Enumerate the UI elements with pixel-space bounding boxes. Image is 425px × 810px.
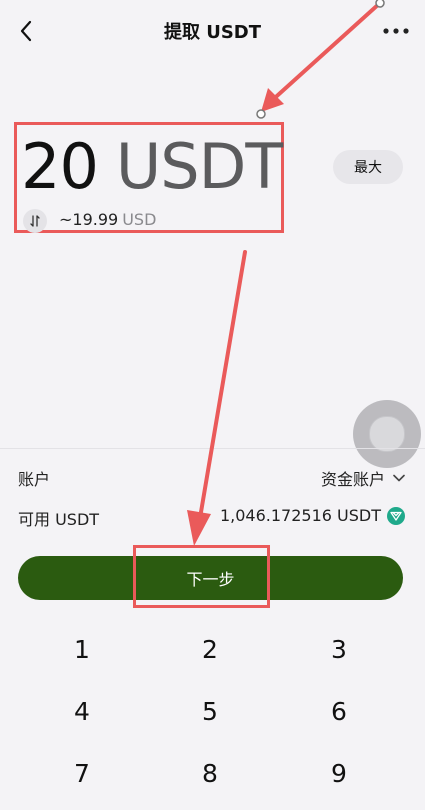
more-dots-icon — [383, 28, 409, 34]
amount-value: 20 — [21, 130, 99, 203]
account-label: 账户 — [18, 470, 51, 489]
available-balance: 1,046.172516 USDT — [220, 506, 405, 525]
account-value: 资金账户 — [320, 470, 385, 489]
tron-icon — [387, 506, 405, 525]
divider — [0, 448, 425, 449]
key-8[interactable]: 8 — [146, 744, 274, 802]
floating-button-inner — [369, 416, 405, 452]
key-2[interactable]: 2 — [146, 620, 274, 678]
amount-row: 20 USDT — [21, 130, 283, 203]
available-value: 1,046.172516 USDT — [219, 506, 381, 525]
annotation-handle-bottom — [256, 109, 266, 119]
annotation-arrow-bottom — [198, 250, 247, 520]
usd-value: ~19.99 — [59, 210, 119, 229]
annotation-arrowhead-bottom — [187, 510, 211, 546]
header: 提取 USDT — [0, 0, 425, 62]
key-4[interactable]: 4 — [18, 682, 146, 740]
key-3[interactable]: 3 — [275, 620, 403, 678]
usd-equivalent: ~19.99 USD — [59, 210, 156, 229]
amount-display: 20 USDT ~19.99 USD — [14, 122, 284, 233]
available-label: 可用 USDT — [18, 510, 100, 529]
amount-unit: USDT — [115, 130, 283, 203]
currency-swap-button[interactable] — [23, 209, 47, 233]
key-9[interactable]: 9 — [275, 744, 403, 802]
key-5[interactable]: 5 — [146, 682, 274, 740]
floating-assistive-button[interactable] — [353, 400, 421, 468]
key-1[interactable]: 1 — [18, 620, 146, 678]
key-6[interactable]: 6 — [275, 682, 403, 740]
next-step-button[interactable]: 下一步 — [18, 556, 403, 600]
usd-unit: USD — [122, 210, 157, 229]
key-7[interactable]: 7 — [18, 744, 146, 802]
swap-arrows-icon — [30, 215, 40, 227]
account-selector[interactable]: 资金账户 — [321, 466, 405, 490]
chevron-down-icon — [393, 474, 405, 482]
page-title: 提取 USDT — [163, 22, 262, 43]
max-button[interactable]: 最大 — [333, 150, 403, 184]
annotation-arrowhead-top — [261, 88, 284, 112]
more-options-button[interactable] — [379, 20, 413, 42]
